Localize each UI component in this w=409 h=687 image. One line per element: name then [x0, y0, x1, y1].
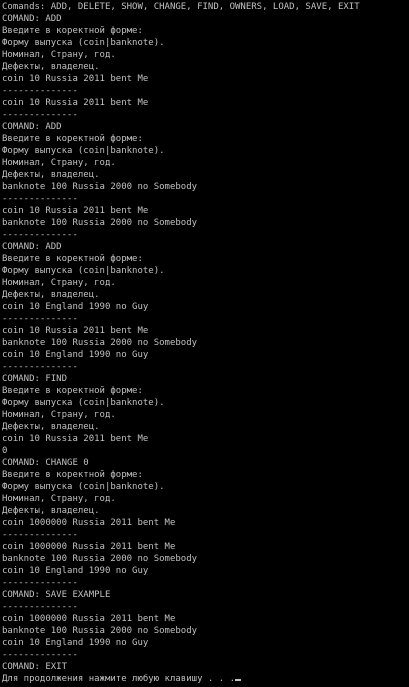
console-line: -------------- [2, 110, 78, 120]
console-line: Comands: ADD, DELETE, SHOW, CHANGE, FIND… [2, 2, 360, 12]
console-line: coin 10 Russia 2011 bent Me [2, 326, 149, 336]
console-line: coin 1000000 Russia 2011 bent Me [2, 518, 176, 528]
console-line: -------------- [2, 230, 78, 240]
console-line: COMAND: ADD [2, 14, 62, 24]
console-line: Форму выпуска (coin|banknote). [2, 146, 165, 156]
console-line: banknote 100 Russia 2000 no Somebody [2, 338, 198, 348]
console-line: COMAND: FIND [2, 374, 68, 384]
console-line: -------------- [2, 194, 78, 204]
console-line: Дефекты, владелец. [2, 422, 100, 432]
console-line: Введите в коректной форме: [2, 470, 143, 480]
console-output[interactable]: Comands: ADD, DELETE, SHOW, CHANGE, FIND… [0, 0, 409, 687]
console-line: coin 10 Russia 2011 bent Me [2, 434, 149, 444]
console-line: Дефекты, владелец. [2, 506, 100, 516]
console-line: coin 10 England 1990 no Guy [2, 302, 149, 312]
console-line: -------------- [2, 530, 78, 540]
console-line: coin 10 Russia 2011 bent Me [2, 206, 149, 216]
console-line: 0 [2, 446, 8, 456]
console-line: coin 10 England 1990 no Guy [2, 566, 149, 576]
console-line: -------------- [2, 602, 78, 612]
console-line: coin 10 Russia 2011 bent Me [2, 98, 149, 108]
console-line: COMAND: SAVE EXAMPLE [2, 590, 111, 600]
console-line: -------------- [2, 86, 78, 96]
console-line: Номинал, Страну, год. [2, 410, 116, 420]
console-line: Введите в коректной форме: [2, 254, 143, 264]
console-line: Введите в коректной форме: [2, 26, 143, 36]
console-line: Форму выпуска (coin|banknote). [2, 38, 165, 48]
console-line: Введите в коректной форме: [2, 134, 143, 144]
console-line: Номинал, Страну, год. [2, 278, 116, 288]
console-line: COMAND: ADD [2, 242, 62, 252]
console-line: coin 10 England 1990 no Guy [2, 638, 149, 648]
console-line: banknote 100 Russia 2000 no Somebody [2, 626, 198, 636]
console-line: Номинал, Страну, год. [2, 158, 116, 168]
text-cursor [235, 679, 241, 681]
console-line: -------------- [2, 314, 78, 324]
console-line: Форму выпуска (coin|banknote). [2, 398, 165, 408]
console-line: banknote 100 Russia 2000 no Somebody [2, 554, 198, 564]
console-line: Номинал, Страну, год. [2, 50, 116, 60]
console-line: -------------- [2, 650, 78, 660]
console-line: coin 1000000 Russia 2011 bent Me [2, 614, 176, 624]
console-line: COMAND: CHANGE 0 [2, 458, 89, 468]
console-line: banknote 100 Russia 2000 no Somebody [2, 218, 198, 228]
console-line: COMAND: ADD [2, 122, 62, 132]
console-line: Форму выпуска (coin|banknote). [2, 266, 165, 276]
console-line: Номинал, Страну, год. [2, 494, 116, 504]
console-line: Дефекты, владелец. [2, 290, 100, 300]
console-line: coin 10 England 1990 no Guy [2, 350, 149, 360]
console-line: coin 10 Russia 2011 bent Me [2, 74, 149, 84]
console-line: banknote 100 Russia 2000 no Somebody [2, 182, 198, 192]
console-line: COMAND: EXIT [2, 662, 68, 672]
console-line: Форму выпуска (coin|banknote). [2, 482, 165, 492]
console-line: Для продолжения нажмите любую клавишу . … [2, 673, 409, 685]
console-line: -------------- [2, 578, 78, 588]
console-line: coin 1000000 Russia 2011 bent Me [2, 542, 176, 552]
console-line: Дефекты, владелец. [2, 170, 100, 180]
console-line: Введите в коректной форме: [2, 386, 143, 396]
console-line: -------------- [2, 362, 78, 372]
console-line: Дефекты, владелец. [2, 62, 100, 72]
